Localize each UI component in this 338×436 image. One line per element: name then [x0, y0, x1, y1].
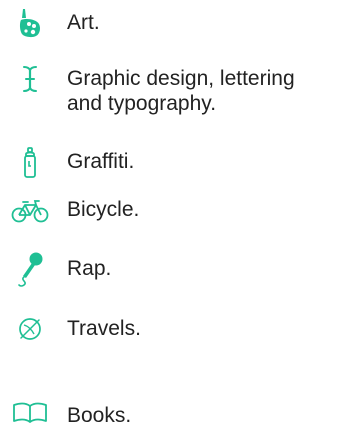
bicycle-icon — [0, 196, 60, 226]
list-item-label: Art. — [67, 11, 100, 34]
list-item-travels: Travels. — [0, 314, 338, 344]
list-item-label: Graffiti. — [67, 150, 135, 173]
book-icon — [0, 398, 60, 428]
list-item-label: Travels. — [67, 317, 141, 340]
list-item-bicycle: Bicycle. — [0, 196, 338, 226]
interests-list: Art. Graphic design, lettering and typog… — [0, 0, 338, 436]
text-cursor-icon — [0, 64, 60, 94]
list-item-label: Rap. — [67, 257, 112, 280]
list-item-books: Books. — [0, 398, 338, 428]
palette-icon — [0, 8, 60, 38]
list-item-graphic-design: Graphic design, lettering and typography… — [0, 64, 338, 120]
list-item-label: Books. — [67, 404, 132, 427]
microphone-icon — [0, 250, 60, 290]
list-item-graffiti: Graffiti. — [0, 146, 338, 180]
list-item-art: Art. — [0, 8, 338, 38]
globe-icon — [0, 314, 60, 344]
list-item-label: Bicycle. — [67, 198, 140, 221]
list-item-rap: Rap. — [0, 250, 338, 290]
spray-can-icon — [0, 146, 60, 180]
list-item-label: Graphic design, lettering and typography… — [67, 67, 295, 115]
